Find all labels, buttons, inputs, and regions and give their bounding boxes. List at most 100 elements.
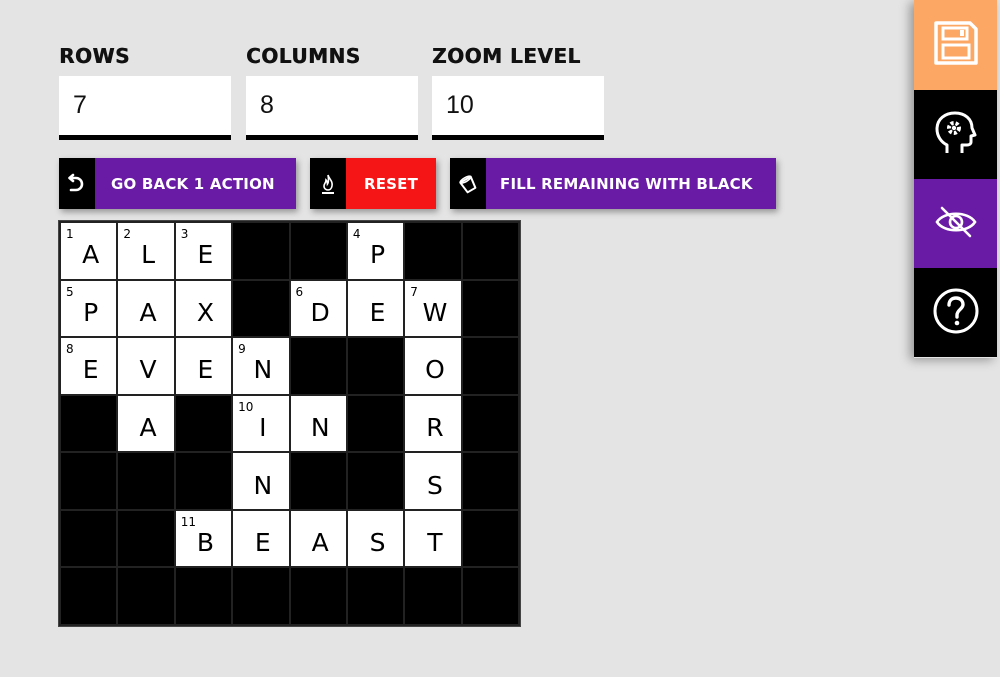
cell-letter: X [196, 297, 214, 327]
grid-cell-white[interactable]: 6D [290, 280, 346, 337]
grid-cell-white[interactable]: X [175, 280, 232, 337]
zoom-level-input[interactable] [432, 76, 604, 140]
grid-cell-white[interactable]: V [118, 338, 174, 394]
grid-cell-white[interactable]: A [290, 510, 346, 567]
grid-cell-black[interactable] [290, 223, 346, 279]
help-button[interactable] [914, 268, 997, 357]
cell-letter: A [139, 412, 157, 442]
crossword-grid: 1 A 2 L 3 E 4 P 5 P A X 6 D E 7 W 8 E V E 9 N O A 10 I N R N S 11 B E A S T [58, 220, 521, 627]
cell-letter: W [422, 297, 448, 327]
grid-cell-black[interactable] [405, 223, 461, 279]
grid-cell-black[interactable] [405, 568, 461, 624]
grid-cell-white[interactable]: 4P [347, 223, 404, 279]
grid-cell-black[interactable] [175, 453, 232, 509]
grid-cell-black[interactable] [233, 280, 289, 337]
grid-cell-white[interactable]: N [290, 395, 346, 452]
grid-cell-white[interactable]: E [175, 338, 232, 394]
question-circle-icon [932, 287, 980, 339]
rows-input[interactable] [59, 76, 231, 140]
grid-cell-white[interactable]: N [233, 453, 289, 509]
grid-cell-black[interactable] [61, 568, 117, 624]
paint-bucket-icon [450, 158, 486, 209]
grid-cell-white[interactable]: S [347, 510, 404, 567]
grid-cell-black[interactable] [290, 338, 346, 394]
clue-number: 9 [238, 342, 246, 357]
grid-cell-white[interactable]: 1A [61, 223, 117, 279]
cell-letter: L [141, 240, 156, 270]
cell-letter: P [83, 297, 99, 327]
grid-cell-black[interactable] [290, 453, 346, 509]
grid-cell-white[interactable]: S [405, 453, 461, 509]
grid-cell-black[interactable] [175, 395, 232, 452]
clue-number: 10 [238, 399, 254, 414]
grid-cell-white[interactable]: 2L [118, 223, 174, 279]
grid-cell-black[interactable] [462, 280, 518, 337]
grid-cell-white[interactable]: R [405, 395, 461, 452]
grid-cell-black[interactable] [61, 453, 117, 509]
reset-label: RESET [346, 158, 436, 209]
grid-cell-white[interactable]: 8E [61, 338, 117, 394]
grid-cell-white[interactable]: 10 I [233, 395, 289, 452]
grid-cell-black[interactable] [462, 510, 518, 567]
cell-letter: N [253, 355, 273, 385]
grid-cell-black[interactable] [61, 395, 117, 452]
columns-input[interactable] [246, 76, 418, 140]
grid-cell-black[interactable] [347, 568, 404, 624]
grid-cell-black[interactable] [462, 223, 518, 279]
clue-number: 2 [123, 227, 132, 241]
cell-letter: A [311, 528, 329, 558]
clue-number: 3 [180, 227, 189, 241]
reset-button[interactable]: RESET [310, 158, 436, 209]
floppy-disk-icon [932, 19, 980, 71]
toggle-visibility-button[interactable] [914, 179, 997, 268]
cell-letter: O [425, 355, 445, 385]
cell-letter: N [253, 470, 273, 500]
go-back-button[interactable]: GO BACK 1 ACTION [59, 158, 296, 209]
grid-cell-white[interactable]: E [347, 280, 404, 337]
grid-cell-white[interactable]: 9N [233, 338, 289, 394]
clue-number: 11 [180, 514, 197, 529]
cell-letter: I [259, 412, 267, 442]
undo-icon [59, 158, 95, 209]
grid-cell-black[interactable] [462, 453, 518, 509]
head-gear-icon [933, 109, 979, 161]
grid-cell-black[interactable] [290, 568, 346, 624]
grid-cell-white[interactable]: 11 B [175, 510, 232, 567]
grid-cell-black[interactable] [347, 453, 404, 509]
grid-cell-white[interactable]: A [118, 395, 174, 452]
fire-icon [310, 158, 346, 209]
right-sidebar [914, 0, 997, 358]
grid-cell-white[interactable]: O [405, 338, 461, 394]
grid-cell-black[interactable] [462, 395, 518, 452]
fill-remaining-black-button[interactable]: FILL REMAINING WITH BLACK [450, 158, 776, 209]
grid-cell-black[interactable] [233, 568, 289, 624]
clue-number: 6 [295, 284, 304, 299]
clue-number: 5 [66, 284, 74, 299]
grid-cell-white[interactable]: A [118, 280, 174, 337]
grid-cell-white[interactable]: E [233, 510, 289, 567]
grid-cell-black[interactable] [175, 568, 232, 624]
eye-slash-icon [934, 205, 978, 243]
brain-settings-button[interactable] [914, 90, 997, 179]
zoom-level-label: ZOOM LEVEL [432, 44, 581, 68]
grid-cell-white[interactable]: 5P [61, 280, 117, 337]
grid-cell-black[interactable] [462, 568, 518, 624]
grid-cell-black[interactable] [61, 510, 117, 567]
grid-cell-black[interactable] [233, 223, 289, 279]
grid-cell-black[interactable] [118, 510, 174, 567]
grid-cell-black[interactable] [347, 338, 404, 394]
grid-cell-white[interactable]: T [405, 510, 461, 567]
grid-cell-white[interactable]: 7W [405, 280, 461, 337]
clue-number: 7 [410, 284, 418, 299]
grid-cell-black[interactable] [118, 568, 174, 624]
grid-cell-black[interactable] [462, 338, 518, 394]
grid-cell-black[interactable] [347, 395, 404, 452]
grid-cell-black[interactable] [118, 453, 174, 509]
cell-letter: A [139, 297, 157, 327]
grid-cell-white[interactable]: 3E [175, 223, 232, 279]
rows-label: ROWS [59, 44, 130, 68]
clue-number: 8 [66, 342, 74, 357]
cell-letter: T [427, 528, 443, 558]
cell-letter: V [139, 355, 157, 385]
save-button[interactable] [914, 0, 997, 90]
